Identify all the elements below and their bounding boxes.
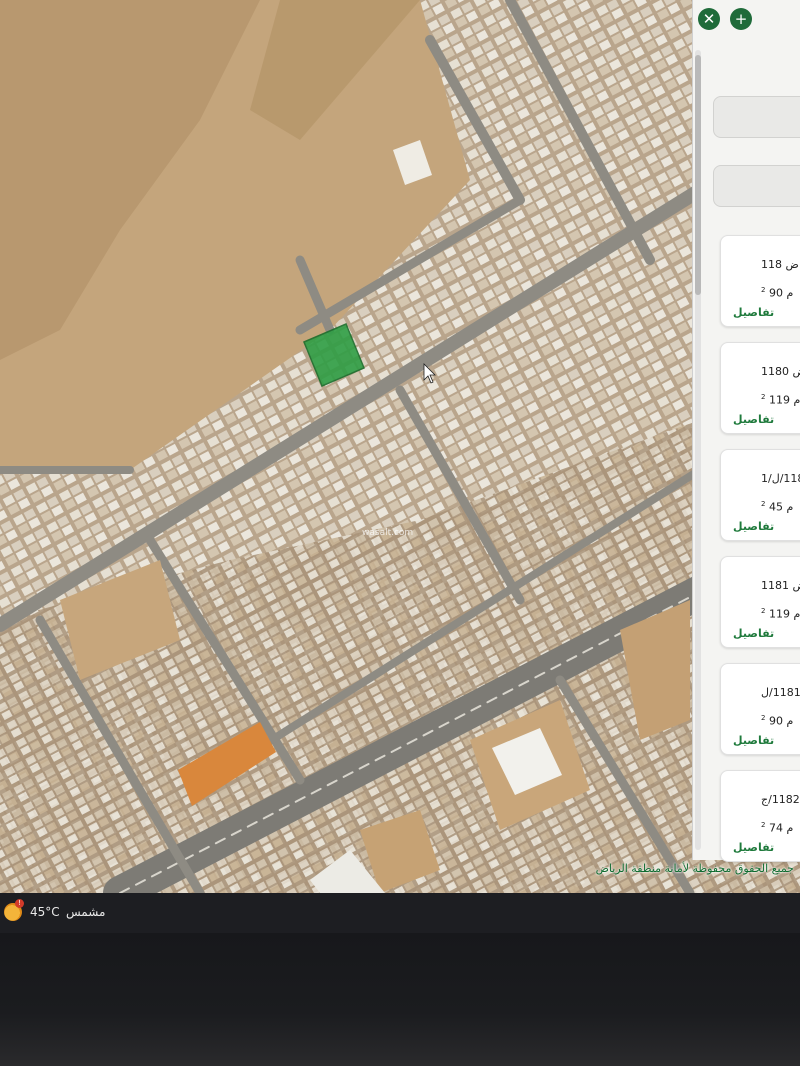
plot-card-title: ض 1181 [761,579,800,592]
taskbar [0,893,800,933]
plot-card-area: 2 م 119 [761,393,800,407]
plot-card-area-value: 45 [768,500,783,514]
plot-card-title: ض 118 [761,258,799,271]
plot-card-area-value: 90 [768,286,783,300]
plot-card-details-link[interactable]: تفاصيل [733,841,774,854]
plot-card-area-value: 74 [768,821,783,835]
filter-field-1[interactable] [713,96,800,138]
plot-card-area-sup: 2 [761,821,766,829]
plot-card-details-link[interactable]: تفاصيل [733,520,774,533]
plot-card[interactable]: ض 1181 2 م 119 تفاصيل [720,556,800,648]
plot-card-area-unit: م [786,714,794,728]
plot-card-details-link[interactable]: تفاصيل [733,413,774,426]
plot-card-title: ض 1180 [761,365,800,378]
monitor-bezel [0,933,800,1066]
weather-condition-text: مشمس [66,905,106,919]
satellite-map[interactable]: wasalt.com [0,0,800,893]
add-icon[interactable]: + [730,8,752,30]
plot-card[interactable]: ض 118 2 م 90 تفاصيل [720,235,800,327]
plot-card-area-unit: م [793,393,800,407]
plot-card-area-sup: 2 [761,500,766,508]
copyright-text: جميع الحقوق محفوظة لأمانة منطقة الرياض [595,862,794,875]
weather-alert-badge: ! [15,899,24,908]
plot-card-area-sup: 2 [761,607,766,615]
plot-card-area-unit: م [786,500,794,514]
plot-card-area: 2 م 90 [761,714,793,728]
plot-card-title: ض 1180/ل/1 [761,472,800,485]
plot-card-area: 2 م 45 [761,500,793,514]
plot-card-details-link[interactable]: تفاصيل [733,734,774,747]
plot-card[interactable]: ض 1181/ل 2 م 90 تفاصيل [720,663,800,755]
plot-card-area: 2 م 119 [761,607,800,621]
plot-card[interactable]: ض 1182/ج 2 م 74 تفاصيل [720,770,800,862]
map-watermark: wasalt.com [362,528,413,538]
filter-field-2[interactable] [713,165,800,207]
plot-card-title: ض 1181/ل [761,686,800,699]
plot-card-area-value: 119 [768,607,790,621]
close-icon[interactable]: ✕ [698,8,720,30]
plot-card-area-sup: 2 [761,393,766,401]
screen: wasalt.com ✕ + ض 118 2 م 90 تفاصيل ض 1180 2 … [0,0,800,893]
temperature-text: 45°C [30,905,60,919]
plot-card-details-link[interactable]: تفاصيل [733,627,774,640]
plot-card-area: 2 م 90 [761,286,793,300]
plot-card-area-unit: م [786,286,794,300]
plot-card-area-sup: 2 [761,286,766,294]
plot-card-area: 2 م 74 [761,821,793,835]
panel-scroll-thumb[interactable] [695,55,701,295]
plot-card-details-link[interactable]: تفاصيل [733,306,774,319]
plot-card-title: ض 1182/ج [761,793,800,806]
plot-card-area-value: 119 [768,393,790,407]
plot-card[interactable]: ض 1180/ل/1 2 م 45 تفاصيل [720,449,800,541]
plot-card-area-sup: 2 [761,714,766,722]
plot-card-area-value: 90 [768,714,783,728]
plot-card-area-unit: م [793,607,800,621]
plot-card[interactable]: ض 1180 2 م 119 تفاصيل [720,342,800,434]
plot-card-area-unit: م [786,821,794,835]
